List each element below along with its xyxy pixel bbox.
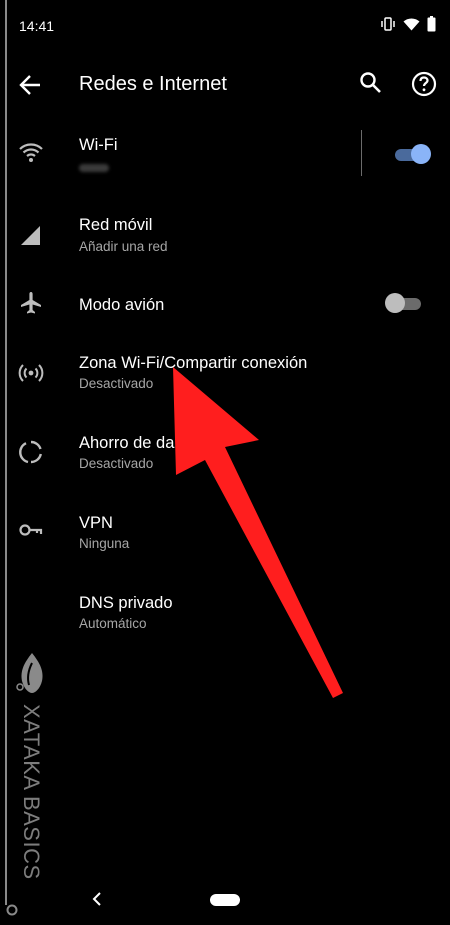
airplane-icon [21,292,41,314]
app-bar: Redes e Internet [0,56,450,114]
chevron-left-icon[interactable] [88,889,106,909]
network-name-redacted [79,164,109,172]
vibrate-icon [381,17,395,31]
setting-mobile-network[interactable]: Red móvil Añadir una red [0,194,450,274]
nav-bar [0,875,450,925]
setting-wifi[interactable]: Wi-Fi [0,114,450,194]
page-title: Redes e Internet [79,73,227,95]
signal-icon [21,226,40,245]
setting-subtitle: Automático [79,616,147,631]
setting-vpn[interactable]: VPN Ninguna [0,514,450,594]
key-icon [19,524,43,536]
setting-title: Modo avión [79,296,165,314]
setting-subtitle: Ninguna [79,536,130,551]
setting-title: Zona Wi-Fi/Compartir conexión [79,354,308,372]
arrow-left-icon[interactable] [16,70,46,100]
hotspot-icon [18,364,44,382]
setting-subtitle: Desactivado [79,456,154,471]
watermark-text: XATAKA BASICS [19,704,44,880]
wifi-icon [403,18,420,30]
status-bar: 14:41 [0,0,450,56]
setting-hotspot[interactable]: Zona Wi-Fi/Compartir conexión Desactivad… [0,354,450,434]
wifi-toggle[interactable] [393,143,431,165]
setting-data-saver[interactable]: Ahorro de da Desactivado [0,434,450,514]
search-icon[interactable] [358,70,384,96]
setting-airplane-mode[interactable]: Modo avión [0,274,450,354]
status-time: 14:41 [19,18,55,34]
battery-icon [427,16,436,32]
setting-title: VPN [79,514,113,532]
setting-title: DNS privado [79,594,173,612]
setting-title: Wi-Fi [79,136,118,154]
divider [361,130,362,176]
home-pill-icon[interactable] [210,894,240,906]
airplane-toggle[interactable] [385,292,423,314]
help-icon[interactable] [410,70,438,98]
setting-private-dns[interactable]: DNS privado Automático [0,594,450,674]
setting-title: Red móvil [79,216,153,234]
setting-subtitle: Añadir una red [79,239,168,254]
toggle-thumb [385,293,405,313]
wifi-icon [19,143,43,162]
data-saver-icon [19,440,42,464]
setting-title: Ahorro de da [79,434,175,452]
toggle-thumb [411,144,431,164]
setting-subtitle: Desactivado [79,376,154,391]
status-icons [380,16,436,32]
